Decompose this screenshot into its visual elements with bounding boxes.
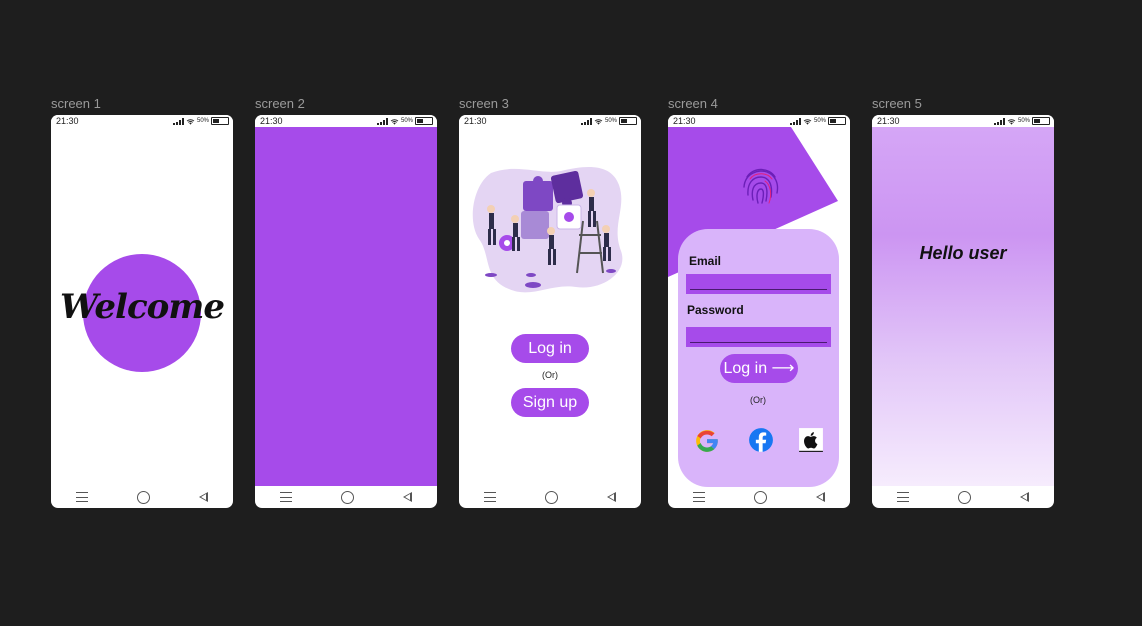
menu-nav-icon[interactable] (896, 492, 909, 502)
battery-percent: 50% (1017, 118, 1030, 124)
wifi-icon (594, 118, 603, 125)
battery-icon (619, 117, 637, 125)
nav-bar (668, 486, 850, 508)
nav-bar (255, 486, 437, 508)
menu-nav-icon[interactable] (279, 492, 292, 502)
status-time: 21:30 (56, 116, 79, 126)
status-bar: 21:30 50% (872, 115, 1054, 127)
wifi-icon (803, 118, 812, 125)
greeting-title: Hello user (919, 243, 1007, 263)
phone-screen-5: 21:30 50% Hello user (872, 115, 1054, 508)
battery-percent: 50% (196, 118, 209, 124)
status-time: 21:30 (673, 116, 696, 126)
frame-label-screen-4: screen 4 (668, 96, 718, 111)
nav-bar (872, 486, 1054, 508)
signal-icon (376, 117, 388, 125)
phone-screen-1: 21:30 50% Welcome (51, 115, 233, 508)
back-nav-icon[interactable] (1020, 492, 1030, 502)
battery-icon (211, 117, 229, 125)
wifi-icon (186, 118, 195, 125)
google-icon[interactable] (694, 428, 720, 454)
nav-bar (459, 486, 641, 508)
facebook-icon[interactable] (748, 427, 774, 453)
team-puzzle-illustration (472, 166, 623, 293)
email-field[interactable] (686, 274, 831, 294)
frame-label-screen-2: screen 2 (255, 96, 305, 111)
welcome-title: Welcome (60, 287, 225, 327)
phone-screen-2: 21:30 50% (255, 115, 437, 508)
status-bar: 21:30 50% (668, 115, 850, 127)
signal-icon (789, 117, 801, 125)
nav-bar (51, 486, 233, 508)
home-nav-icon[interactable] (340, 490, 354, 504)
status-time: 21:30 (260, 116, 283, 126)
menu-nav-icon[interactable] (483, 492, 496, 502)
status-time: 21:30 (877, 116, 900, 126)
home-nav-icon[interactable] (753, 490, 767, 504)
battery-percent: 50% (813, 118, 826, 124)
or-separator: (Or) (542, 370, 558, 380)
battery-percent: 50% (604, 118, 617, 124)
frame-label-screen-1: screen 1 (51, 96, 101, 111)
password-field[interactable] (686, 327, 831, 347)
signup-button[interactable]: Sign up (511, 388, 589, 417)
back-nav-icon[interactable] (816, 492, 826, 502)
apple-icon[interactable] (798, 427, 824, 453)
home-nav-icon[interactable] (136, 490, 150, 504)
battery-percent: 50% (400, 118, 413, 124)
status-bar: 21:30 50% (51, 115, 233, 127)
login-button[interactable]: Log in ⟶ (720, 354, 798, 383)
status-time: 21:30 (464, 116, 487, 126)
back-nav-icon[interactable] (607, 492, 617, 502)
frame-label-screen-5: screen 5 (872, 96, 922, 111)
wifi-icon (390, 118, 399, 125)
home-background (872, 127, 1054, 486)
status-bar: 21:30 50% (459, 115, 641, 127)
battery-icon (1032, 117, 1050, 125)
status-bar: 21:30 50% (255, 115, 437, 127)
back-nav-icon[interactable] (403, 492, 413, 502)
signal-icon (993, 117, 1005, 125)
phone-screen-4: 21:30 50% Email Password Log in ⟶ (Or) (668, 115, 850, 508)
login-button[interactable]: Log in (511, 334, 589, 363)
wifi-icon (1007, 118, 1016, 125)
battery-icon (828, 117, 846, 125)
password-label: Password (687, 303, 744, 317)
signal-icon (172, 117, 184, 125)
home-nav-icon[interactable] (544, 490, 558, 504)
phone-screen-3: 21:30 50% Log in (Or) Sign up (459, 115, 641, 508)
menu-nav-icon[interactable] (692, 492, 705, 502)
home-nav-icon[interactable] (957, 490, 971, 504)
splash-background (255, 127, 437, 486)
back-nav-icon[interactable] (199, 492, 209, 502)
battery-icon (415, 117, 433, 125)
fingerprint-icon[interactable] (739, 163, 783, 207)
menu-nav-icon[interactable] (75, 492, 88, 502)
frame-label-screen-3: screen 3 (459, 96, 509, 111)
email-label: Email (689, 254, 722, 268)
or-separator: (Or) (750, 395, 766, 405)
signal-icon (580, 117, 592, 125)
